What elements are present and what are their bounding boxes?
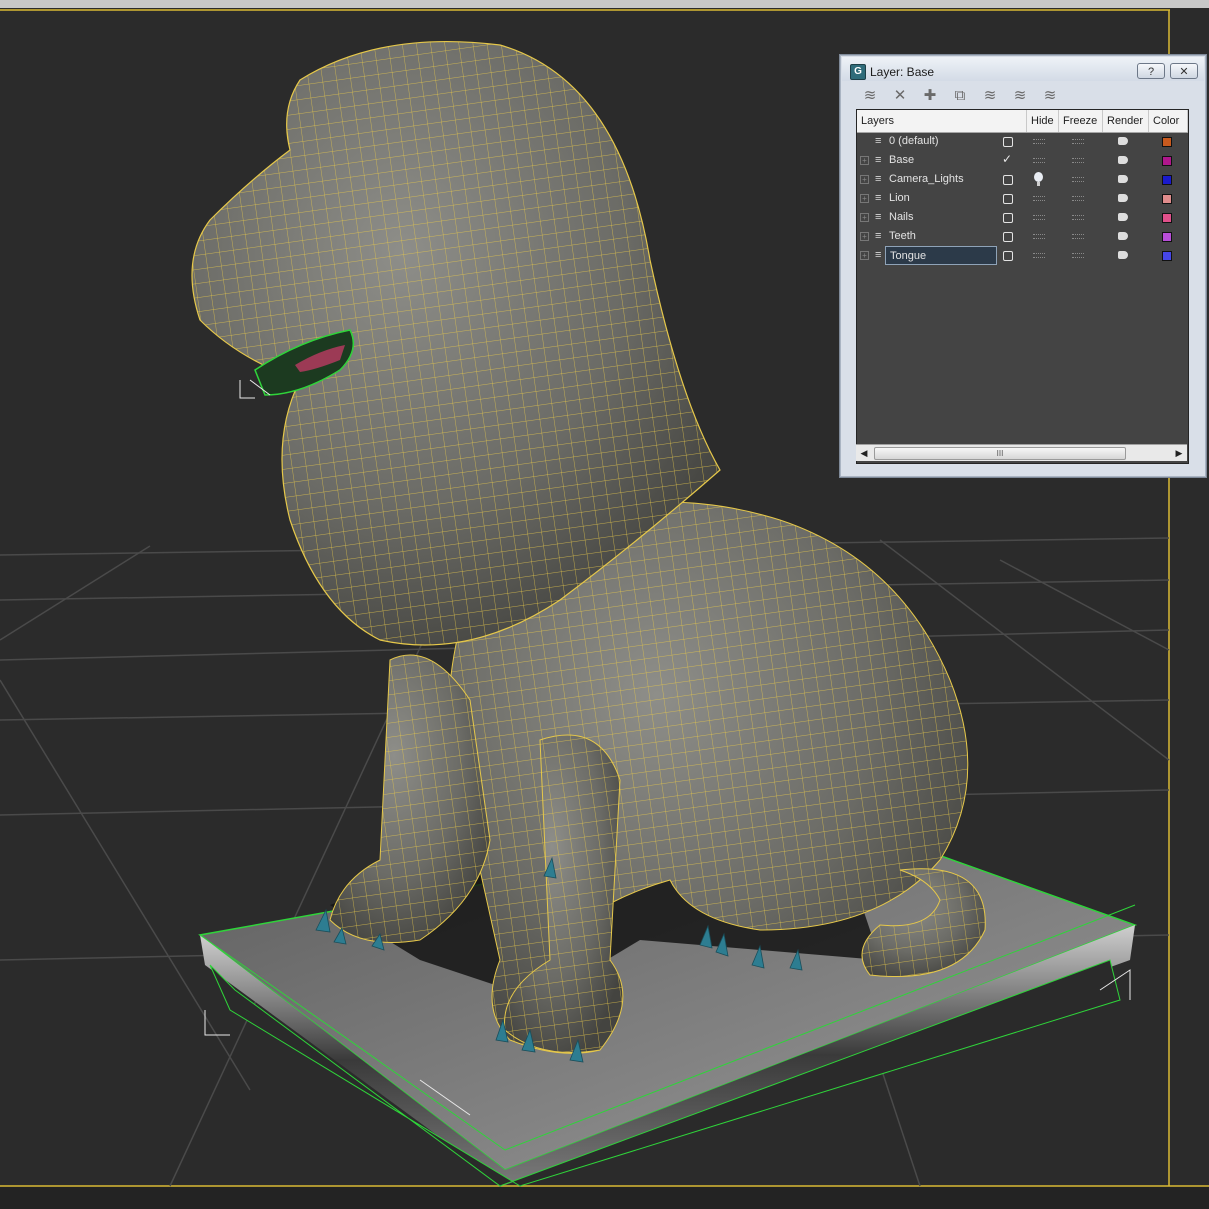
layer-row[interactable]: + ≡ Nails <box>857 208 1188 227</box>
layer-stack-icon: ≡ <box>875 192 882 204</box>
render-teapot-icon[interactable] <box>1118 175 1128 183</box>
freeze-toggle[interactable] <box>1072 158 1084 163</box>
layer-name[interactable]: Camera_Lights <box>885 170 997 189</box>
layer-dialog[interactable]: G Layer: Base ? ✕ ≋ ✕ ✚ ⧉ ≋ ≋ ≋ Layers H… <box>839 54 1207 478</box>
layer-row[interactable]: + ≡ Lion <box>857 189 1188 208</box>
set-active-checkbox[interactable] <box>1003 213 1013 223</box>
layer-stack-icon: ≡ <box>875 135 882 147</box>
layers-header: Layers Hide Freeze Render Color <box>857 110 1188 133</box>
app-logo-icon: G <box>850 64 866 80</box>
dialog-title-bar[interactable]: G Layer: Base ? ✕ <box>842 57 1204 81</box>
col-color[interactable]: Color <box>1149 110 1188 132</box>
hide-toggle[interactable] <box>1033 234 1045 239</box>
add-selection-icon[interactable]: ✚ <box>920 86 940 106</box>
set-active-checkbox[interactable] <box>1003 194 1013 204</box>
render-teapot-icon[interactable] <box>1118 156 1128 164</box>
layer-row[interactable]: + ≡ Teeth <box>857 227 1188 246</box>
freeze-toggle[interactable] <box>1072 234 1084 239</box>
hide-toggle[interactable] <box>1033 253 1045 258</box>
layer-name[interactable]: 0 (default) <box>885 132 997 151</box>
layer-name[interactable]: Nails <box>885 208 997 227</box>
close-button[interactable]: ✕ <box>1170 63 1198 79</box>
layer-name[interactable]: Teeth <box>885 227 997 246</box>
hide-toggle[interactable] <box>1033 215 1045 220</box>
layer-stack-icon: ≡ <box>875 173 882 185</box>
expand-icon[interactable]: + <box>860 175 869 184</box>
layer-name[interactable]: Tongue <box>885 246 997 265</box>
render-teapot-icon[interactable] <box>1118 232 1128 240</box>
expand-icon[interactable]: + <box>860 213 869 222</box>
freeze-toggle[interactable] <box>1072 139 1084 144</box>
render-teapot-icon[interactable] <box>1118 137 1128 145</box>
hide-toggle[interactable] <box>1033 158 1045 163</box>
layer-color-swatch[interactable] <box>1162 251 1172 261</box>
layer-color-swatch[interactable] <box>1162 175 1172 185</box>
freeze-all-icon[interactable]: ≋ <box>1040 86 1060 106</box>
create-layer-icon[interactable]: ≋ <box>860 86 880 106</box>
dialog-title: Layer: Base <box>870 65 935 79</box>
highlight-layer-icon[interactable]: ≋ <box>980 86 1000 106</box>
layer-color-swatch[interactable] <box>1162 137 1172 147</box>
freeze-toggle[interactable] <box>1072 253 1084 258</box>
expand-icon[interactable]: + <box>860 194 869 203</box>
freeze-toggle[interactable] <box>1072 177 1084 182</box>
freeze-toggle[interactable] <box>1072 196 1084 201</box>
layer-row[interactable]: + ≡ Camera_Lights <box>857 170 1188 189</box>
layer-name[interactable]: Base <box>885 151 997 170</box>
layer-stack-icon: ≡ <box>875 211 882 223</box>
layer-stack-icon: ≡ <box>875 230 882 242</box>
active-layer-check-icon[interactable]: ✓ <box>1002 152 1012 166</box>
layer-color-swatch[interactable] <box>1162 194 1172 204</box>
layer-name[interactable]: Lion <box>885 189 997 208</box>
col-layers[interactable]: Layers <box>857 110 1027 132</box>
layer-row[interactable]: + ≡ Tongue <box>857 246 1188 265</box>
scroll-thumb[interactable]: III <box>874 447 1126 460</box>
top-border <box>0 0 1209 8</box>
layer-color-swatch[interactable] <box>1162 156 1172 166</box>
render-teapot-icon[interactable] <box>1118 194 1128 202</box>
render-teapot-icon[interactable] <box>1118 251 1128 259</box>
freeze-toggle[interactable] <box>1072 215 1084 220</box>
layer-row[interactable]: ≡ 0 (default) <box>857 132 1188 151</box>
hide-toggle[interactable] <box>1033 196 1045 201</box>
layer-toolbar: ≋ ✕ ✚ ⧉ ≋ ≋ ≋ <box>858 83 1198 109</box>
hide-all-icon[interactable]: ≋ <box>1010 86 1030 106</box>
light-bulb-icon[interactable] <box>1034 172 1043 186</box>
help-button[interactable]: ? <box>1137 63 1165 79</box>
col-render[interactable]: Render <box>1103 110 1149 132</box>
layer-stack-icon: ≡ <box>875 154 882 166</box>
expand-icon[interactable]: + <box>860 156 869 165</box>
delete-layer-icon[interactable]: ✕ <box>890 86 910 106</box>
expand-icon[interactable]: + <box>860 232 869 241</box>
set-active-checkbox[interactable] <box>1003 251 1013 261</box>
layer-color-swatch[interactable] <box>1162 213 1172 223</box>
col-freeze[interactable]: Freeze <box>1059 110 1103 132</box>
hide-toggle[interactable] <box>1033 139 1045 144</box>
select-objects-icon[interactable]: ⧉ <box>950 86 970 106</box>
horizontal-scrollbar[interactable]: ◀ III ▶ <box>856 444 1187 461</box>
layer-row[interactable]: + ≡ Base ✓ <box>857 151 1188 170</box>
set-active-checkbox[interactable] <box>1003 232 1013 242</box>
scroll-right-icon[interactable]: ▶ <box>1173 447 1185 459</box>
set-active-checkbox[interactable] <box>1003 137 1013 147</box>
scroll-left-icon[interactable]: ◀ <box>858 447 870 459</box>
col-hide[interactable]: Hide <box>1027 110 1059 132</box>
render-teapot-icon[interactable] <box>1118 213 1128 221</box>
layers-list[interactable]: Layers Hide Freeze Render Color ≡ 0 (defa… <box>856 109 1189 464</box>
set-active-checkbox[interactable] <box>1003 175 1013 185</box>
layer-stack-icon: ≡ <box>875 249 882 261</box>
expand-icon[interactable]: + <box>860 251 869 260</box>
layer-color-swatch[interactable] <box>1162 232 1172 242</box>
